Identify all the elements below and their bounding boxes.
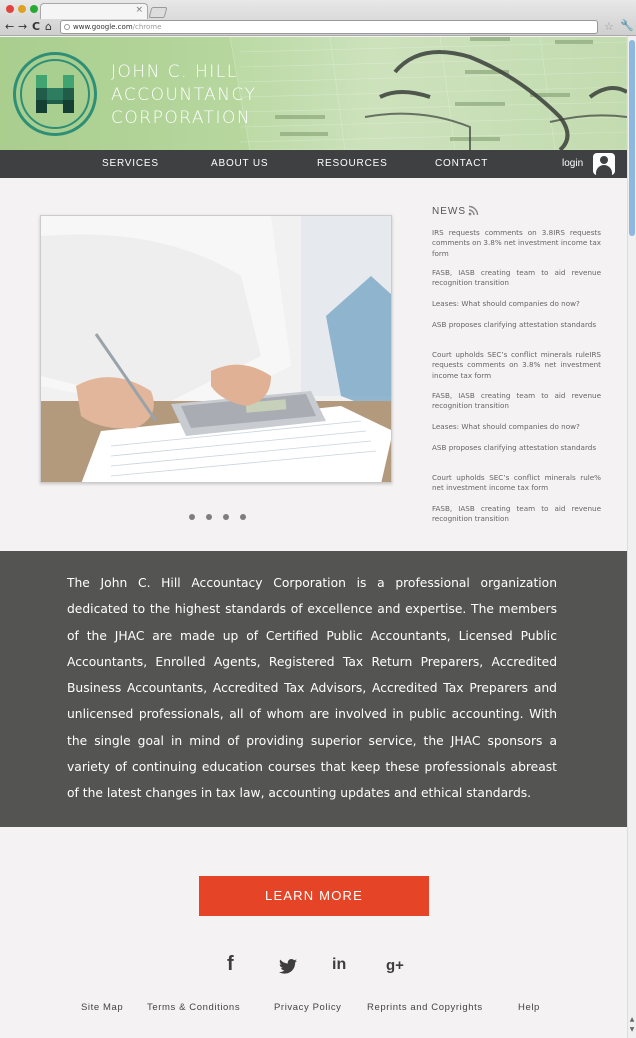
- address-bar[interactable]: www.google.com/chrome: [60, 20, 598, 34]
- nav-services[interactable]: SERVICES: [102, 158, 159, 169]
- linkedin-icon[interactable]: in: [332, 956, 346, 974]
- carousel-dot[interactable]: [189, 514, 195, 520]
- news-item[interactable]: Leases: What should companies do now?: [432, 422, 601, 432]
- news-item[interactable]: Leases: What should companies do now?: [432, 299, 601, 309]
- rss-icon[interactable]: [468, 205, 479, 216]
- brand-name-line-2[interactable]: ACCOUNTANCY: [111, 85, 256, 105]
- carousel-dot[interactable]: [240, 514, 246, 520]
- google-plus-icon[interactable]: g+: [386, 957, 404, 974]
- tab-close-icon[interactable]: ×: [135, 5, 143, 15]
- avatar-body: [596, 165, 612, 175]
- twitter-icon[interactable]: [279, 959, 297, 974]
- reload-icon[interactable]: C: [32, 21, 40, 33]
- nav-contact[interactable]: CONTACT: [435, 158, 488, 169]
- news-item[interactable]: FASB, IASB creating team to aid revenue …: [432, 268, 601, 289]
- brand-name-line-3[interactable]: CORPORATION: [111, 108, 251, 128]
- nav-about-us[interactable]: ABOUT US: [211, 158, 268, 169]
- footer-link-privacy[interactable]: Privacy Policy: [274, 1002, 342, 1013]
- scroll-down-icon[interactable]: ▼: [628, 1026, 636, 1033]
- news-item[interactable]: FASB, IASB creating team to aid revenue …: [432, 391, 601, 412]
- avatar-head: [600, 156, 608, 164]
- news-item[interactable]: Court upholds SEC’s conflict minerals ru…: [432, 473, 601, 494]
- carousel-dot[interactable]: [206, 514, 212, 520]
- back-icon[interactable]: ←: [5, 21, 14, 33]
- footer-link-help[interactable]: Help: [518, 1002, 540, 1013]
- facebook-icon[interactable]: f: [227, 953, 234, 976]
- news-item[interactable]: Court upholds SEC’s conflict minerals ru…: [432, 350, 601, 381]
- footer-link-terms[interactable]: Terms & Conditions: [147, 1002, 240, 1013]
- wrench-icon[interactable]: 🔧: [620, 19, 634, 32]
- globe-icon: [64, 24, 70, 30]
- news-item[interactable]: IRS requests comments on 3.8IRS requests…: [432, 228, 601, 259]
- login-link[interactable]: login: [562, 158, 583, 169]
- main-nav: SERVICES ABOUT US RESOURCES CONTACT logi…: [0, 150, 627, 178]
- logo-h-icon[interactable]: [36, 75, 74, 113]
- about-paragraph: The John C. Hill Accountacy Corporation …: [67, 576, 557, 801]
- nav-resources[interactable]: RESOURCES: [317, 158, 388, 169]
- carousel-dot[interactable]: [223, 514, 229, 520]
- forward-icon[interactable]: →: [18, 21, 27, 33]
- brand-name-line-1[interactable]: JOHN C. HILL: [111, 62, 238, 82]
- news-item[interactable]: FASB, IASB creating team to aid revenue …: [432, 504, 601, 525]
- browser-chrome: × ← → C ⌂ www.google.com/chrome ☆ 🔧: [0, 0, 636, 36]
- url-host: www.google.com: [73, 23, 133, 31]
- url-path: /chrome: [132, 23, 162, 31]
- user-avatar-icon[interactable]: [593, 153, 615, 175]
- page-scrollbar[interactable]: ▲ ▼: [627, 36, 636, 1038]
- learn-more-button[interactable]: LEARN MORE: [199, 876, 429, 916]
- scroll-up-icon[interactable]: ▲: [628, 1016, 636, 1023]
- minimize-window-button[interactable]: [18, 5, 26, 13]
- scrollbar-thumb[interactable]: [629, 40, 635, 236]
- browser-tab[interactable]: ×: [40, 3, 148, 19]
- new-tab-button[interactable]: [148, 7, 168, 18]
- hero-photo-art: [41, 216, 391, 482]
- home-icon[interactable]: ⌂: [45, 21, 52, 33]
- zoom-window-button[interactable]: [30, 5, 38, 13]
- bookmark-star-icon[interactable]: ☆: [604, 20, 614, 33]
- hero-image: [40, 215, 392, 483]
- site-header: JOHN C. HILL ACCOUNTANCY CORPORATION: [0, 37, 627, 150]
- news-item[interactable]: ASB proposes clarifying attestation stan…: [432, 320, 601, 330]
- news-heading: NEWS: [432, 206, 466, 217]
- news-item[interactable]: ASB proposes clarifying attestation stan…: [432, 443, 601, 453]
- footer-link-site-map[interactable]: Site Map: [81, 1002, 123, 1013]
- footer-link-reprints[interactable]: Reprints and Copyrights: [367, 1002, 483, 1013]
- close-window-button[interactable]: [6, 5, 14, 13]
